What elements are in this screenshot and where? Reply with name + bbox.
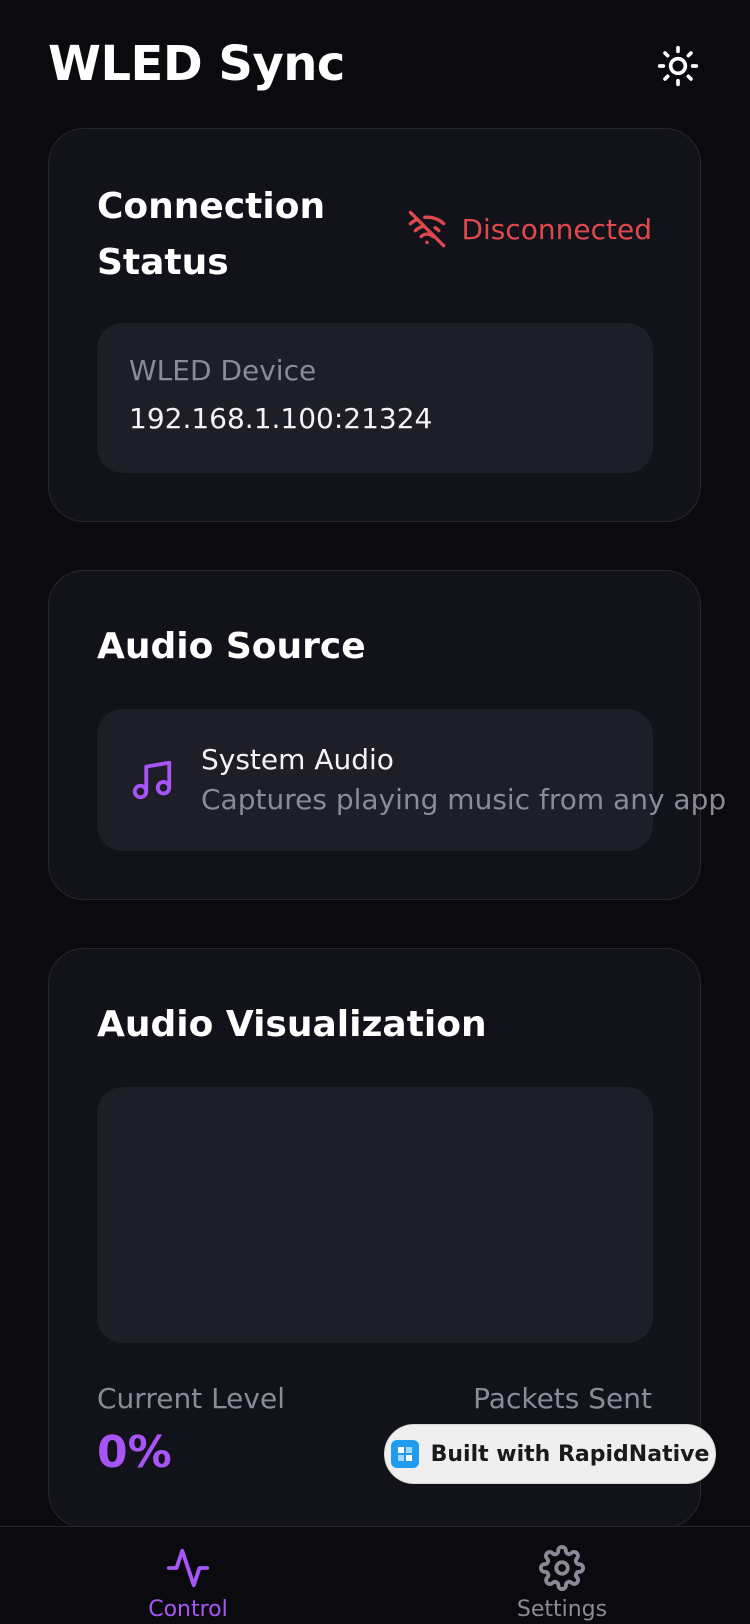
- wled-device-panel: WLED Device 192.168.1.100:21324: [97, 323, 653, 473]
- bottom-navigation: Control Settings: [0, 1526, 750, 1624]
- connection-status-badge: Disconnected: [407, 209, 652, 249]
- music-note-icon: [129, 757, 175, 803]
- connection-status-card: Connection Status Disconnected WLED Devi…: [48, 128, 701, 522]
- current-level-label: Current Level: [97, 1382, 285, 1415]
- wled-device-address: 192.168.1.100:21324: [129, 402, 433, 435]
- visualization-canvas: [97, 1087, 653, 1343]
- activity-icon: [165, 1545, 211, 1591]
- gear-icon: [539, 1545, 585, 1591]
- audio-source-title: Audio Source: [97, 626, 366, 667]
- wled-device-label: WLED Device: [129, 354, 317, 387]
- rapidnative-logo-icon: [390, 1440, 419, 1468]
- tab-settings[interactable]: Settings: [462, 1527, 662, 1624]
- tab-control[interactable]: Control: [88, 1527, 288, 1624]
- audio-source-card: Audio Source System Audio Captures playi…: [48, 570, 726, 900]
- packets-sent-label: Packets Sent: [473, 1382, 652, 1415]
- built-with-rapidnative-badge[interactable]: Built with RapidNative: [384, 1424, 716, 1484]
- rapidnative-badge-label: Built with RapidNative: [430, 1441, 710, 1467]
- tab-settings-label: Settings: [516, 1597, 608, 1622]
- current-level-value: 0%: [97, 1427, 172, 1478]
- audio-source-description: Captures playing music from any app: [201, 783, 727, 816]
- connection-status-title: Connection Status: [97, 186, 326, 283]
- connection-status-text: Disconnected: [461, 212, 652, 246]
- theme-toggle-button[interactable]: [652, 40, 704, 92]
- wifi-off-icon: [407, 209, 447, 249]
- system-audio-option[interactable]: System Audio Captures playing music from…: [97, 709, 726, 851]
- app-title: WLED Sync: [48, 36, 345, 92]
- tab-control-label: Control: [148, 1597, 228, 1622]
- audio-source-name: System Audio: [201, 743, 394, 776]
- sun-icon: [657, 45, 699, 87]
- audio-visualization-title: Audio Visualization: [97, 1004, 487, 1045]
